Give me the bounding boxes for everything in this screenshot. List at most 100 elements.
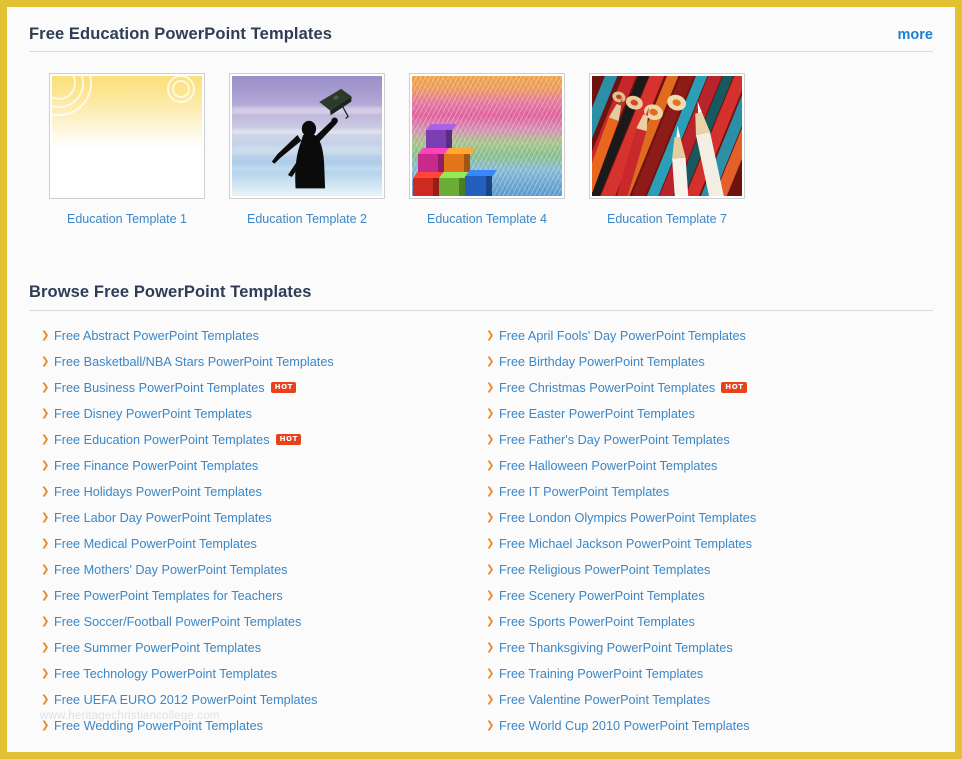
category-list-item: ❯ Free Holidays PowerPoint Templates: [41, 479, 486, 505]
category-list-item: ❯ Free Scenery PowerPoint Templates: [486, 583, 931, 609]
category-right-link-6[interactable]: Free IT PowerPoint Templates: [499, 479, 669, 505]
chevron-right-icon: ❯: [41, 459, 50, 471]
category-right-link-4[interactable]: Free Father's Day PowerPoint Templates: [499, 427, 730, 453]
category-left-link-3[interactable]: Free Disney PowerPoint Templates: [54, 401, 252, 427]
category-columns: ❯ Free Abstract PowerPoint Templates ❯ Free…: [29, 323, 933, 739]
chevron-right-icon: ❯: [41, 615, 50, 627]
category-list-item: ❯ Free London Olympics PowerPoint Templat…: [486, 505, 931, 531]
graduate-figure-icon: [271, 88, 352, 189]
category-list-item: ❯ Free Soccer/Football PowerPoint Templat…: [41, 609, 486, 635]
category-list-item: ❯ Free PowerPoint Templates for Teachers: [41, 583, 486, 609]
category-left-link-10[interactable]: Free PowerPoint Templates for Teachers: [54, 583, 283, 609]
category-right-link-12[interactable]: Free Thanksgiving PowerPoint Templates: [499, 635, 733, 661]
page-title: Free Education PowerPoint Templates: [29, 25, 333, 43]
category-right-link-5[interactable]: Free Halloween PowerPoint Templates: [499, 453, 717, 479]
category-right-link-8[interactable]: Free Michael Jackson PowerPoint Template…: [499, 531, 752, 557]
template-caption-2[interactable]: Education Template 2: [247, 212, 367, 227]
category-list-item: ❯ Free Labor Day PowerPoint Templates: [41, 505, 486, 531]
chevron-right-icon: ❯: [41, 381, 50, 393]
hot-badge: HOT: [275, 434, 301, 446]
featured-section-header: Free Education PowerPoint Templates more: [29, 25, 933, 52]
category-left-link-15[interactable]: Free Wedding PowerPoint Templates: [54, 713, 263, 739]
chevron-right-icon: ❯: [41, 719, 50, 731]
category-list-item: ❯ Free Sports PowerPoint Templates: [486, 609, 931, 635]
category-right-link-15[interactable]: Free World Cup 2010 PowerPoint Templates: [499, 713, 750, 739]
category-list-item: ❯ Free Birthday PowerPoint Templates: [486, 349, 931, 375]
category-left-link-9[interactable]: Free Mothers' Day PowerPoint Templates: [54, 557, 287, 583]
category-right-link-9[interactable]: Free Religious PowerPoint Templates: [499, 557, 710, 583]
browse-section-header: Browse Free PowerPoint Templates: [29, 283, 933, 311]
toy-block: [413, 171, 444, 196]
category-right-link-10[interactable]: Free Scenery PowerPoint Templates: [499, 583, 705, 609]
category-right-link-11[interactable]: Free Sports PowerPoint Templates: [499, 609, 695, 635]
category-right-link-1[interactable]: Free Birthday PowerPoint Templates: [499, 349, 705, 375]
category-left-link-1[interactable]: Free Basketball/NBA Stars PowerPoint Tem…: [54, 349, 334, 375]
chevron-right-icon: ❯: [41, 693, 50, 705]
category-left-link-5[interactable]: Free Finance PowerPoint Templates: [54, 453, 258, 479]
category-left-link-12[interactable]: Free Summer PowerPoint Templates: [54, 635, 261, 661]
category-list-item: ❯ Free Wedding PowerPoint Templates: [41, 713, 486, 739]
colored-pencils-image: [592, 75, 742, 196]
template-thumbnail-1[interactable]: [49, 72, 205, 199]
template-card-2: Education Template 2: [229, 72, 385, 227]
category-left-link-7[interactable]: Free Labor Day PowerPoint Templates: [54, 505, 272, 531]
chevron-right-icon: ❯: [41, 407, 50, 419]
category-list-item: ❯ Free Summer PowerPoint Templates: [41, 635, 486, 661]
yellow-swirl-image: [52, 75, 202, 196]
category-left-link-8[interactable]: Free Medical PowerPoint Templates: [54, 531, 257, 557]
pencil-cluster-icon: [592, 75, 742, 196]
category-right-link-0[interactable]: Free April Fools' Day PowerPoint Templat…: [499, 323, 746, 349]
category-right-link-3[interactable]: Free Easter PowerPoint Templates: [499, 401, 695, 427]
category-column-left: ❯ Free Abstract PowerPoint Templates ❯ Free…: [41, 323, 486, 739]
category-list-item: ❯ Free Halloween PowerPoint Templates: [486, 453, 931, 479]
category-left-link-2[interactable]: Free Business PowerPoint Templates: [54, 375, 265, 401]
template-thumbnail-4[interactable]: [409, 72, 565, 199]
category-right-link-2[interactable]: Free Christmas PowerPoint Templates: [499, 375, 715, 401]
chevron-right-icon: ❯: [486, 459, 495, 471]
category-left-link-4[interactable]: Free Education PowerPoint Templates: [54, 427, 270, 453]
chevron-right-icon: ❯: [486, 563, 495, 575]
chevron-right-icon: ❯: [486, 537, 495, 549]
category-left-link-0[interactable]: Free Abstract PowerPoint Templates: [54, 323, 259, 349]
category-list-item: ❯ Free Finance PowerPoint Templates: [41, 453, 486, 479]
chevron-right-icon: ❯: [486, 433, 495, 445]
chevron-right-icon: ❯: [41, 355, 50, 367]
template-caption-4[interactable]: Education Template 4: [427, 212, 547, 227]
chevron-right-icon: ❯: [41, 641, 50, 653]
category-right-link-14[interactable]: Free Valentine PowerPoint Templates: [499, 687, 710, 713]
category-right-link-13[interactable]: Free Training PowerPoint Templates: [499, 661, 703, 687]
category-list-item: ❯ Free Valentine PowerPoint Templates: [486, 687, 931, 713]
category-right-link-7[interactable]: Free London Olympics PowerPoint Template…: [499, 505, 756, 531]
chevron-right-icon: ❯: [41, 563, 50, 575]
category-list-item: ❯ Free Technology PowerPoint Templates: [41, 661, 486, 687]
swirl-ring-icon: [167, 75, 195, 103]
chevron-right-icon: ❯: [486, 407, 495, 419]
template-card-3: Education Template 4: [409, 72, 565, 227]
category-left-link-11[interactable]: Free Soccer/Football PowerPoint Template…: [54, 609, 301, 635]
more-link[interactable]: more: [898, 27, 933, 44]
category-list-item: ❯ Free Thanksgiving PowerPoint Templates: [486, 635, 931, 661]
chevron-right-icon: ❯: [41, 667, 50, 679]
chevron-right-icon: ❯: [486, 355, 495, 367]
toy-block: [418, 147, 449, 174]
category-list-item: ❯ Free Training PowerPoint Templates: [486, 661, 931, 687]
template-caption-7[interactable]: Education Template 7: [607, 212, 727, 227]
chevron-right-icon: ❯: [41, 329, 50, 341]
template-card-1: Education Template 1: [49, 72, 205, 227]
category-list-item: ❯ Free Disney PowerPoint Templates: [41, 401, 486, 427]
chevron-right-icon: ❯: [41, 485, 50, 497]
category-list-item: ❯ Free Michael Jackson PowerPoint Templat…: [486, 531, 931, 557]
toy-block: [465, 169, 497, 196]
template-caption-1[interactable]: Education Template 1: [67, 212, 187, 227]
chevron-right-icon: ❯: [486, 329, 495, 341]
template-thumbnail-2[interactable]: [229, 72, 385, 199]
category-left-link-13[interactable]: Free Technology PowerPoint Templates: [54, 661, 277, 687]
hot-badge: HOT: [721, 382, 747, 394]
category-left-link-14[interactable]: Free UEFA EURO 2012 PowerPoint Templates: [54, 687, 318, 713]
graduate-silhouette-image: [232, 75, 382, 196]
category-list-item: ❯ Free IT PowerPoint Templates: [486, 479, 931, 505]
category-left-link-6[interactable]: Free Holidays PowerPoint Templates: [54, 479, 262, 505]
swirl-ring-icon: [52, 75, 92, 116]
chevron-right-icon: ❯: [41, 511, 50, 523]
template-thumbnail-7[interactable]: [589, 72, 745, 199]
